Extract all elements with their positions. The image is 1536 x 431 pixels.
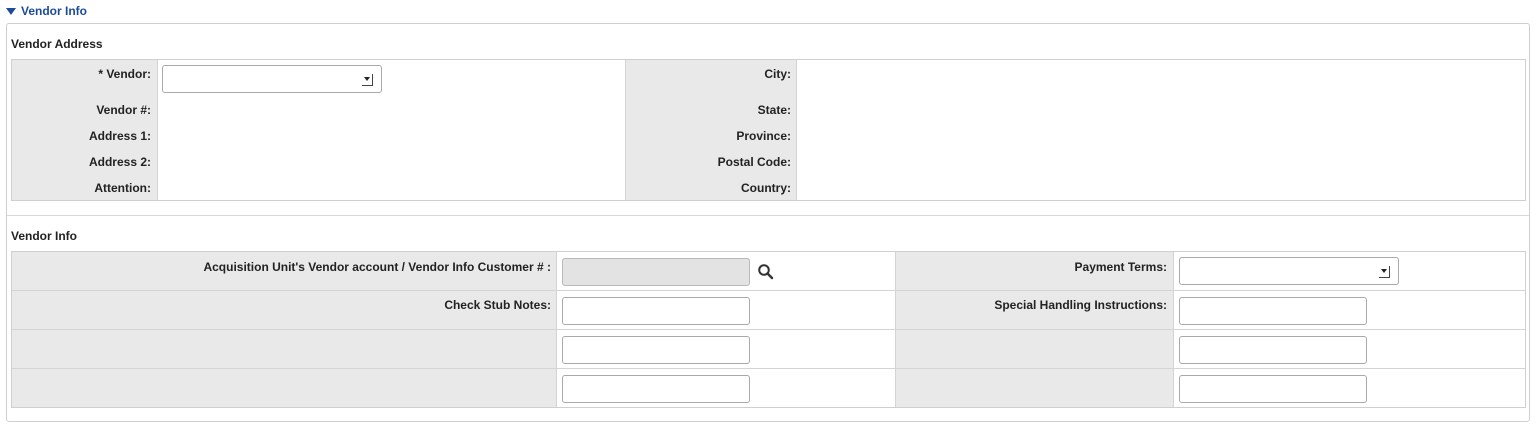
row-separator [12, 368, 1525, 369]
postal-code-label: Postal Code: [717, 155, 791, 169]
province-label: Province: [736, 129, 791, 143]
attention-label: Attention: [94, 181, 151, 195]
city-label: City: [764, 67, 791, 81]
vendor-info-heading: Vendor Info [11, 229, 77, 243]
section-title: Vendor Info [21, 4, 87, 18]
check-stub-notes-label: Check Stub Notes: [444, 298, 551, 312]
vendor-select[interactable] [162, 65, 382, 93]
row-separator [12, 329, 1525, 330]
right-label-column [896, 252, 1173, 407]
special-handling-input-1[interactable] [1179, 297, 1367, 325]
customer-number-label: Acquisition Unit's Vendor account / Vend… [203, 260, 551, 274]
special-handling-label: Special Handling Instructions: [994, 298, 1167, 312]
customer-number-input[interactable] [562, 258, 750, 286]
column-separator [796, 60, 797, 200]
vendor-label: * Vendor: [98, 67, 151, 81]
payment-terms-label: Payment Terms: [1074, 260, 1167, 274]
triangle-down-icon [6, 8, 16, 15]
special-handling-input-3[interactable] [1179, 375, 1367, 403]
vendor-address-heading: Vendor Address [11, 37, 103, 51]
dropdown-arrow-icon [362, 74, 373, 86]
vendor-number-label: Vendor #: [96, 103, 151, 117]
vendor-info-section-toggle[interactable]: Vendor Info [6, 3, 87, 19]
search-icon[interactable] [757, 263, 775, 281]
section-divider [7, 215, 1529, 216]
vendor-info-table: Acquisition Unit's Vendor account / Vend… [11, 251, 1526, 408]
country-label: Country: [741, 181, 791, 195]
check-stub-notes-input-2[interactable] [562, 336, 750, 364]
check-stub-notes-input-3[interactable] [562, 375, 750, 403]
special-handling-input-2[interactable] [1179, 336, 1367, 364]
dropdown-arrow-icon [1379, 266, 1390, 278]
address1-label: Address 1: [88, 129, 151, 143]
state-label: State: [757, 103, 791, 117]
row-separator [12, 290, 1525, 291]
left-label-column [12, 252, 556, 407]
vendor-address-table: * Vendor: Vendor #: Address 1: Address 2… [11, 59, 1526, 201]
check-stub-notes-input-1[interactable] [562, 297, 750, 325]
payment-terms-select[interactable] [1179, 257, 1399, 285]
column-separator [157, 60, 158, 200]
address2-label: Address 2: [88, 155, 151, 169]
